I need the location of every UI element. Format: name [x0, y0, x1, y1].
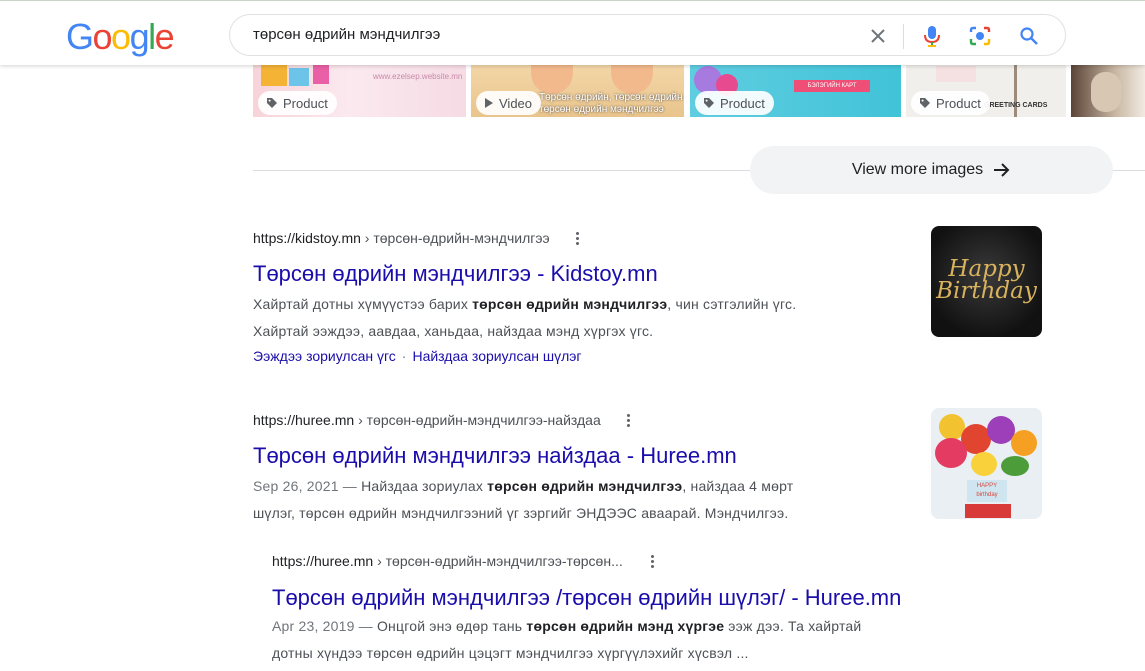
result-snippet: Apr 23, 2019 — Онцгой энэ өдөр тань төрс… [272, 613, 992, 667]
result-thumbnail[interactable]: Happy Birthday [931, 226, 1042, 337]
snippet-highlight: төрсөн өдрийн мэнд хүргэе [526, 618, 725, 634]
more-options-icon[interactable] [647, 552, 659, 570]
result-thumbnail[interactable]: HAPPY birthday [931, 408, 1042, 519]
close-icon[interactable] [866, 24, 890, 48]
snippet-text: Найздаа зориулах [361, 478, 488, 494]
logo-letter: G [66, 16, 94, 57]
microphone-icon[interactable] [920, 24, 944, 48]
snippet-text: Хайртай дотны хүмүүстээ барих [253, 296, 473, 312]
sitelink[interactable]: Ээждээ зориулсан үгс [253, 348, 396, 364]
badge-label: Product [283, 95, 328, 111]
camera-lens-icon[interactable] [968, 24, 992, 48]
play-icon [485, 98, 493, 108]
result-sitelinks: Ээждээ зориулсан үгс · Найздаа зориулсан ш… [253, 345, 913, 367]
logo-letter: o [111, 16, 131, 57]
header-bar: Google төрсөн өдрийн мэндчилгээ [0, 0, 1145, 65]
image-strip: www.ezelsep.website.mn Product Төрсөн өд… [253, 64, 1145, 117]
result-domain: https://huree.mn [253, 412, 355, 428]
view-more-label: View more images [851, 161, 984, 178]
result-title-link[interactable]: Төрсөн өдрийн мэндчилгээ - Kidstoy.mn [253, 260, 913, 288]
gift-graphic [261, 64, 287, 86]
snippet-text: шүлэг, төрсөн өдрийн мэндчилгээний үг зэ… [253, 505, 789, 521]
thumbnail-caption: Happy Birthday [936, 256, 1037, 304]
logo-letter: o [92, 16, 113, 57]
gift-graphic [289, 68, 309, 86]
snippet-highlight: төрсөн өдрийн мэндчилгээ [487, 478, 683, 494]
result-url[interactable]: https://huree.mn › төрсөн-өдрийн-мэндчил… [272, 552, 992, 570]
product-badge: Product [258, 91, 337, 115]
snippet-text: Хайртай ээждээ, аавдаа, ханьдаа, найздаа… [253, 323, 654, 339]
thumbnail-caption: HAPPY birthday [967, 480, 1007, 502]
result-breadcrumb: › төрсөн-өдрийн-мэндчилгээ-төрсөн... [377, 553, 623, 569]
image-caption: БЭЛЭГИЙН КАРТ [794, 80, 870, 92]
badge-label: Product [720, 95, 765, 111]
snippet-text: , найздаа 4 мөрт [682, 478, 794, 494]
result-domain: https://kidstoy.mn [253, 230, 361, 246]
face-graphic [611, 64, 653, 94]
snippet-text: ээж дээ. Та хайртай [724, 618, 862, 634]
sitelink[interactable]: Найздаа зориулсан шүлэг [412, 348, 581, 364]
image-caption: www.ezelsep.website.mn [373, 72, 463, 81]
tag-icon [920, 98, 930, 108]
view-more-images-button[interactable]: View more images [750, 146, 1113, 194]
image-tile[interactable]: GREETING CARDS Product [906, 64, 1066, 117]
image-caption: Төрсөн өдрийн, төрсөн өдрийн төрсөн өдри… [539, 92, 683, 115]
search-icon[interactable] [1017, 24, 1041, 48]
result-snippet: Хайртай дотны хүмүүстээ барих төрсөн өдр… [253, 291, 913, 345]
card-graphic [936, 66, 976, 82]
image-tile[interactable]: Төрсөн өдрийн, төрсөн өдрийн төрсөн өдри… [471, 64, 684, 117]
logo-letter: g [129, 16, 150, 57]
more-options-icon[interactable] [623, 411, 635, 429]
product-badge: Product [695, 91, 774, 115]
result-title-link[interactable]: Төрсөн өдрийн мэндчилгээ найздаа - Huree… [253, 442, 913, 470]
result-breadcrumb: › төрсөн-өдрийн-мэндчилгээ-найздаа [358, 412, 601, 428]
result-date: Sep 26, 2021 [253, 478, 339, 494]
image-caption: GREETING CARDS [984, 102, 1048, 109]
result-snippet: Sep 26, 2021 — Найздаа зориулах төрсөн ө… [253, 473, 913, 527]
image-tile[interactable] [1071, 64, 1145, 117]
result-domain: https://huree.mn [272, 553, 374, 569]
result-breadcrumb: › төрсөн-өдрийн-мэндчилгээ [364, 230, 550, 246]
section-divider [253, 170, 750, 171]
google-logo[interactable]: Google [66, 16, 175, 57]
date-dash: — [338, 478, 362, 494]
flower-graphic [935, 438, 967, 468]
result-title-link[interactable]: Төрсөн өдрийн мэндчилгээ /төрсөн өдрийн … [272, 584, 992, 612]
snippet-text: , чин сэтгэлийн үгс. [667, 296, 797, 312]
search-result: https://huree.mn › төрсөн-өдрийн-мэндчил… [253, 411, 913, 527]
logo-letter: e [154, 16, 175, 57]
badge-label: Product [936, 95, 981, 111]
snippet-highlight: төрсөн өдрийн мэндчилгээ [472, 296, 668, 312]
tag-icon [704, 98, 714, 108]
result-url[interactable]: https://huree.mn › төрсөн-өдрийн-мэндчил… [253, 411, 913, 429]
arrow-right-icon [994, 163, 1010, 177]
flower-graphic [971, 452, 997, 476]
tag-icon [267, 98, 277, 108]
video-badge: Video [476, 91, 542, 115]
leaf-graphic [1001, 456, 1029, 476]
product-badge: Product [911, 91, 990, 115]
search-divider [903, 24, 904, 49]
image-tile[interactable]: БЭЛЭГИЙН КАРТ Product [690, 64, 901, 117]
date-dash: — [354, 618, 377, 634]
snippet-text: Онцгой энэ өдөр тань [376, 618, 527, 634]
search-input[interactable]: төрсөн өдрийн мэндчилгээ [253, 26, 440, 43]
more-options-icon[interactable] [572, 229, 584, 247]
badge-label: Video [499, 95, 533, 111]
gift-box-graphic [965, 504, 1011, 518]
search-result: https://huree.mn › төрсөн-өдрийн-мэндчил… [272, 552, 992, 667]
search-box[interactable]: төрсөн өдрийн мэндчилгээ [229, 14, 1066, 56]
stick-graphic [1014, 64, 1017, 117]
image-tile[interactable]: www.ezelsep.website.mn Product [253, 64, 466, 117]
face-graphic [531, 64, 573, 94]
person-graphic [1091, 72, 1121, 112]
result-date: Apr 23, 2019 [272, 618, 355, 634]
sitelink-separator: · [401, 348, 407, 364]
result-url[interactable]: https://kidstoy.mn › төрсөн-өдрийн-мэндч… [253, 229, 913, 247]
section-divider [1113, 170, 1145, 171]
search-result: https://kidstoy.mn › төрсөн-өдрийн-мэндч… [253, 229, 913, 367]
flower-graphic [1011, 430, 1037, 456]
gift-graphic [313, 64, 329, 84]
snippet-text: дотны хүндээ төрсөн өдрийн цэцэгт мэндчи… [272, 645, 749, 661]
